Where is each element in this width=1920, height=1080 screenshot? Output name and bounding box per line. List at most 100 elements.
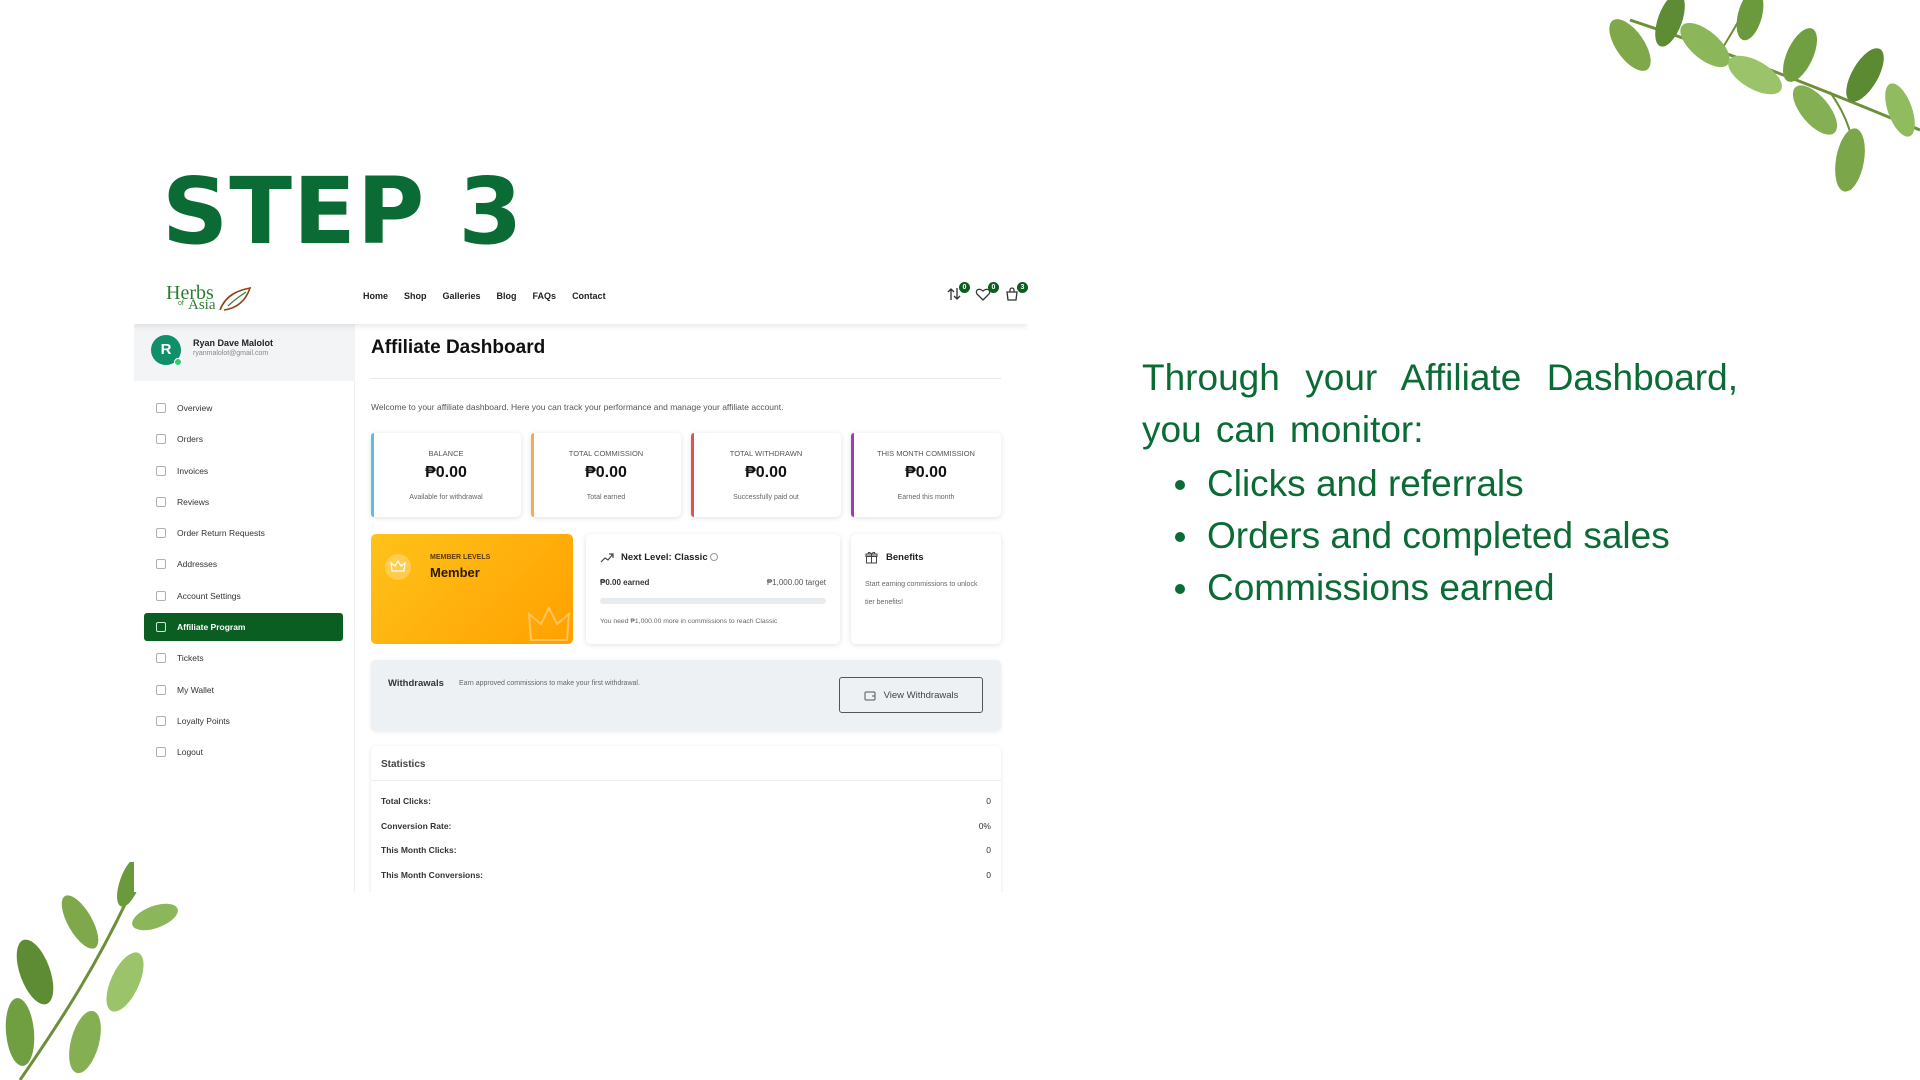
page-title: Affiliate Dashboard xyxy=(371,337,546,358)
logo-of-text: of xyxy=(178,300,184,307)
crown-icon xyxy=(385,554,411,580)
return-icon xyxy=(156,528,166,539)
card-subtext: Successfully paid out xyxy=(733,494,799,501)
target-amount: ₱1,000.00 target xyxy=(766,578,826,587)
online-status-dot xyxy=(174,358,182,366)
logout-icon xyxy=(156,747,166,758)
sidebar-item-label: Addresses xyxy=(177,559,218,570)
sidebar-item-invoices[interactable]: Invoices xyxy=(144,457,343,485)
account-menu: Overview Orders Invoices Reviews Order R… xyxy=(144,394,343,770)
sidebar-item-label: Account Settings xyxy=(177,590,241,601)
card-label: THIS MONTH COMMISSION xyxy=(877,449,975,458)
dashboard-screenshot: Herbs of Asia Home Shop Galleries Blog F… xyxy=(134,268,1028,892)
stat-label: This Month Clicks: xyxy=(381,845,457,855)
nav-blog[interactable]: Blog xyxy=(497,291,517,301)
header-icons: 0 0 3 xyxy=(938,282,1028,308)
benefits-text: Start earning commissions to unlock tier… xyxy=(865,581,978,606)
list-item-text: Commissions earned xyxy=(1207,567,1555,608)
nav-contact[interactable]: Contact xyxy=(572,291,606,301)
next-level-title: Next Level: Classic xyxy=(621,552,719,563)
list-item: Orders and completed sales xyxy=(1175,510,1670,562)
next-level-title-text: Next Level: Classic xyxy=(621,552,708,563)
feature-list: Clicks and referrals Orders and complete… xyxy=(1175,458,1670,614)
compare-icon[interactable]: 0 xyxy=(946,282,970,306)
sidebar-item-affiliate-program[interactable]: Affiliate Program xyxy=(144,613,343,642)
sidebar-item-account-settings[interactable]: Account Settings xyxy=(144,582,343,610)
next-level-note: You need ₱1,000.00 more in commissions t… xyxy=(600,618,778,625)
sidebar-item-label: My Wallet xyxy=(177,684,214,695)
list-item: Commissions earned xyxy=(1175,562,1670,614)
stat-row-month-conversions: This Month Conversions: 0 xyxy=(381,870,991,880)
sidebar-item-order-return-requests[interactable]: Order Return Requests xyxy=(144,519,343,547)
earned-amount: ₱0.00 earned xyxy=(600,578,650,587)
crown-watermark-icon xyxy=(527,605,571,641)
share-icon xyxy=(156,622,166,633)
sidebar-item-logout[interactable]: Logout xyxy=(144,738,343,766)
card-subtext: Earned this month xyxy=(897,494,955,501)
sidebar-item-label: Reviews xyxy=(177,496,210,507)
stat-value: 0 xyxy=(986,870,991,880)
invoice-icon xyxy=(156,465,166,476)
cart-icon[interactable]: 3 xyxy=(1004,282,1028,306)
sidebar-item-label: Overview xyxy=(177,403,213,413)
next-level-card: Next Level: Classic ₱0.00 earned ₱1,000.… xyxy=(586,534,840,644)
bullet-icon xyxy=(1175,584,1185,594)
logo-sub-text: Asia xyxy=(188,297,216,313)
profile-card: R Ryan Dave Malolot ryanmalolot@gmail.co… xyxy=(134,324,355,381)
title-divider xyxy=(371,378,1001,379)
bullet-icon xyxy=(1175,480,1185,490)
total-commission-card: TOTAL COMMISSION ₱0.00 Total earned xyxy=(531,433,681,517)
stat-label: Conversion Rate: xyxy=(381,821,452,831)
gift-icon xyxy=(865,551,878,564)
sidebar-item-overview[interactable]: Overview xyxy=(144,394,343,422)
site-logo[interactable]: Herbs of Asia xyxy=(166,280,254,314)
sidebar-item-label: Tickets xyxy=(177,653,204,664)
sidebar-item-label: Affiliate Program xyxy=(177,622,246,633)
sidebar-item-my-wallet[interactable]: My Wallet xyxy=(144,676,343,704)
sidebar-item-reviews[interactable]: Reviews xyxy=(144,488,343,516)
stat-row-month-clicks: This Month Clicks: 0 xyxy=(381,845,991,855)
member-level-card: MEMBER LEVELS Member xyxy=(371,534,573,644)
gift-icon xyxy=(156,715,166,726)
welcome-text: Welcome to your affiliate dashboard. Her… xyxy=(371,402,784,412)
sidebar-item-label: Invoices xyxy=(177,465,209,476)
nav-faqs[interactable]: FAQs xyxy=(533,291,557,301)
withdrawals-panel: Withdrawals Earn approved commissions to… xyxy=(371,660,1001,731)
info-icon[interactable] xyxy=(710,553,719,562)
cart-badge: 3 xyxy=(1017,282,1028,293)
trending-up-icon xyxy=(600,553,614,563)
withdrawals-text: Earn approved commissions to make your f… xyxy=(459,680,640,687)
statistics-panel: Statistics Total Clicks: 0 Conversion Rat… xyxy=(371,746,1001,892)
sidebar-item-tickets[interactable]: Tickets xyxy=(144,644,343,672)
stat-label: This Month Conversions: xyxy=(381,870,483,880)
level-progress-bar xyxy=(600,598,826,604)
nav-galleries[interactable]: Galleries xyxy=(443,291,481,301)
stat-value: 0 xyxy=(986,845,991,855)
leaf-branch-icon xyxy=(0,862,180,1080)
card-value: ₱0.00 xyxy=(425,464,467,481)
sidebar-item-addresses[interactable]: Addresses xyxy=(144,550,343,578)
sidebar-item-label: Logout xyxy=(177,747,203,758)
sidebar-item-orders[interactable]: Orders xyxy=(144,425,343,453)
stat-label: Total Clicks: xyxy=(381,796,431,806)
nav-home[interactable]: Home xyxy=(363,291,388,301)
member-level-value: Member xyxy=(430,565,480,580)
address-book-icon xyxy=(156,559,166,570)
card-value: ₱0.00 xyxy=(745,464,787,481)
nav-shop[interactable]: Shop xyxy=(404,291,427,301)
leaf-branch-icon xyxy=(1600,0,1920,200)
logo-leaf-icon xyxy=(219,286,252,311)
card-subtext: Total earned xyxy=(586,494,626,501)
view-withdrawals-label: View Withdrawals xyxy=(883,689,959,701)
wallet-icon xyxy=(156,684,166,695)
step-title: STEP 3 xyxy=(162,158,524,265)
view-withdrawals-button[interactable]: View Withdrawals xyxy=(839,677,983,713)
site-header: Herbs of Asia Home Shop Galleries Blog F… xyxy=(134,268,1028,324)
wishlist-icon[interactable]: 0 xyxy=(975,282,999,306)
list-item-text: Clicks and referrals xyxy=(1207,463,1524,504)
statistics-title: Statistics xyxy=(381,759,426,770)
stat-value: 0% xyxy=(978,821,991,831)
sidebar-item-label: Order Return Requests xyxy=(177,528,265,539)
sidebar-item-loyalty-points[interactable]: Loyalty Points xyxy=(144,707,343,735)
ticket-icon xyxy=(156,653,166,664)
